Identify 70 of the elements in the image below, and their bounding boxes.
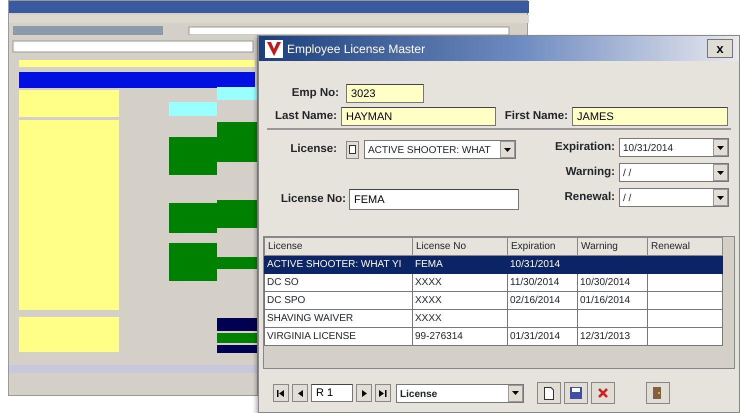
- table-cell: 01/31/2014: [508, 328, 578, 346]
- column-header[interactable]: License No: [412, 238, 508, 256]
- delete-button[interactable]: [591, 382, 615, 404]
- table-row[interactable]: SHAVING WAIVER XXXX: [264, 310, 722, 328]
- license-no-field[interactable]: FEMA: [349, 189, 519, 210]
- emp-no-field[interactable]: 3023: [346, 84, 424, 103]
- table-cell: 10/30/2014: [578, 274, 648, 292]
- field-label: Emp No:: [290, 86, 339, 101]
- next-icon: [362, 390, 366, 396]
- first-record-button[interactable]: [273, 384, 289, 402]
- record-field[interactable]: R 1: [311, 384, 353, 402]
- table-cell: DC SPO: [264, 292, 412, 310]
- door-icon: [652, 387, 664, 399]
- date-dropdown[interactable]: / /: [619, 163, 729, 182]
- caret-icon: [717, 146, 724, 150]
- last-record-button[interactable]: [375, 384, 391, 402]
- column-header[interactable]: Renewal: [648, 238, 722, 256]
- previous-icon: [298, 390, 302, 396]
- new-record-button[interactable]: [537, 382, 561, 404]
- column-header[interactable]: Warning: [578, 238, 648, 256]
- column-header[interactable]: Expiration: [508, 238, 578, 256]
- table-cell: 12/31/2013: [578, 328, 648, 346]
- table-cell: 10/31/2014: [508, 256, 578, 274]
- last-name-field[interactable]: HAYMAN: [341, 107, 496, 126]
- table-cell: 01/16/2014: [578, 292, 648, 310]
- field-label: License:: [289, 142, 337, 157]
- document-icon: [544, 386, 554, 400]
- document-icon: [349, 145, 356, 154]
- field-label: License No:: [280, 192, 346, 207]
- table-cell: XXXX: [412, 310, 508, 328]
- field-label: First Name:: [504, 108, 568, 124]
- table-cell: XXXX: [412, 274, 508, 292]
- table-cell: FEMA: [412, 256, 508, 274]
- table-cell: DC SO: [264, 274, 412, 292]
- table-cell: ACTIVE SHOOTER: WHAT YI: [264, 256, 412, 274]
- lookup-button[interactable]: [346, 140, 359, 158]
- column-header[interactable]: License: [264, 238, 412, 256]
- next-record-button[interactable]: [356, 384, 372, 402]
- dialog-title: Employee License Master: [287, 40, 426, 58]
- table-row[interactable]: VIRGINIA LICENSE 99-276314 01/31/2014 12/31/2013: [264, 328, 722, 346]
- caret-icon: [717, 170, 724, 174]
- first-icon: [277, 390, 285, 396]
- table-row[interactable]: ACTIVE SHOOTER: WHAT YI FEMA 10/31/2014: [264, 256, 722, 274]
- last-icon: [379, 390, 387, 396]
- save-button[interactable]: [564, 382, 588, 404]
- field-label: Renewal:: [564, 190, 615, 205]
- first-name-field[interactable]: JAMES: [572, 107, 728, 126]
- app-logo-icon: [265, 40, 283, 58]
- table-cell: XXXX: [412, 292, 508, 310]
- field-label: Warning:: [566, 164, 615, 180]
- table-row[interactable]: DC SO XXXX 11/30/2014 10/30/2014: [264, 274, 722, 292]
- table-cell: VIRGINIA LICENSE: [264, 328, 412, 346]
- caret-icon: [512, 391, 519, 395]
- table-cell: 11/30/2014: [508, 274, 578, 292]
- exit-button[interactable]: [646, 382, 670, 404]
- field-label: Expiration:: [554, 140, 615, 155]
- previous-record-button[interactable]: [292, 384, 308, 402]
- close-button[interactable]: x: [707, 39, 733, 58]
- delete-icon: [598, 388, 608, 398]
- license-name-dropdown[interactable]: ACTIVE SHOOTER: WHAT: [364, 140, 516, 159]
- table-cell: 99-276314: [412, 328, 508, 346]
- table-cell: 02/16/2014: [508, 292, 578, 310]
- table-cell: SHAVING WAIVER: [264, 310, 412, 328]
- field-label: Last Name:: [274, 108, 337, 124]
- sort-dropdown[interactable]: License: [396, 384, 524, 402]
- date-dropdown[interactable]: / /: [619, 188, 729, 207]
- caret-icon: [504, 148, 511, 152]
- table-row[interactable]: DC SPO XXXX 02/16/2014 01/16/2014: [264, 292, 722, 310]
- date-dropdown[interactable]: 10/31/2014: [619, 138, 729, 157]
- caret-icon: [717, 196, 724, 200]
